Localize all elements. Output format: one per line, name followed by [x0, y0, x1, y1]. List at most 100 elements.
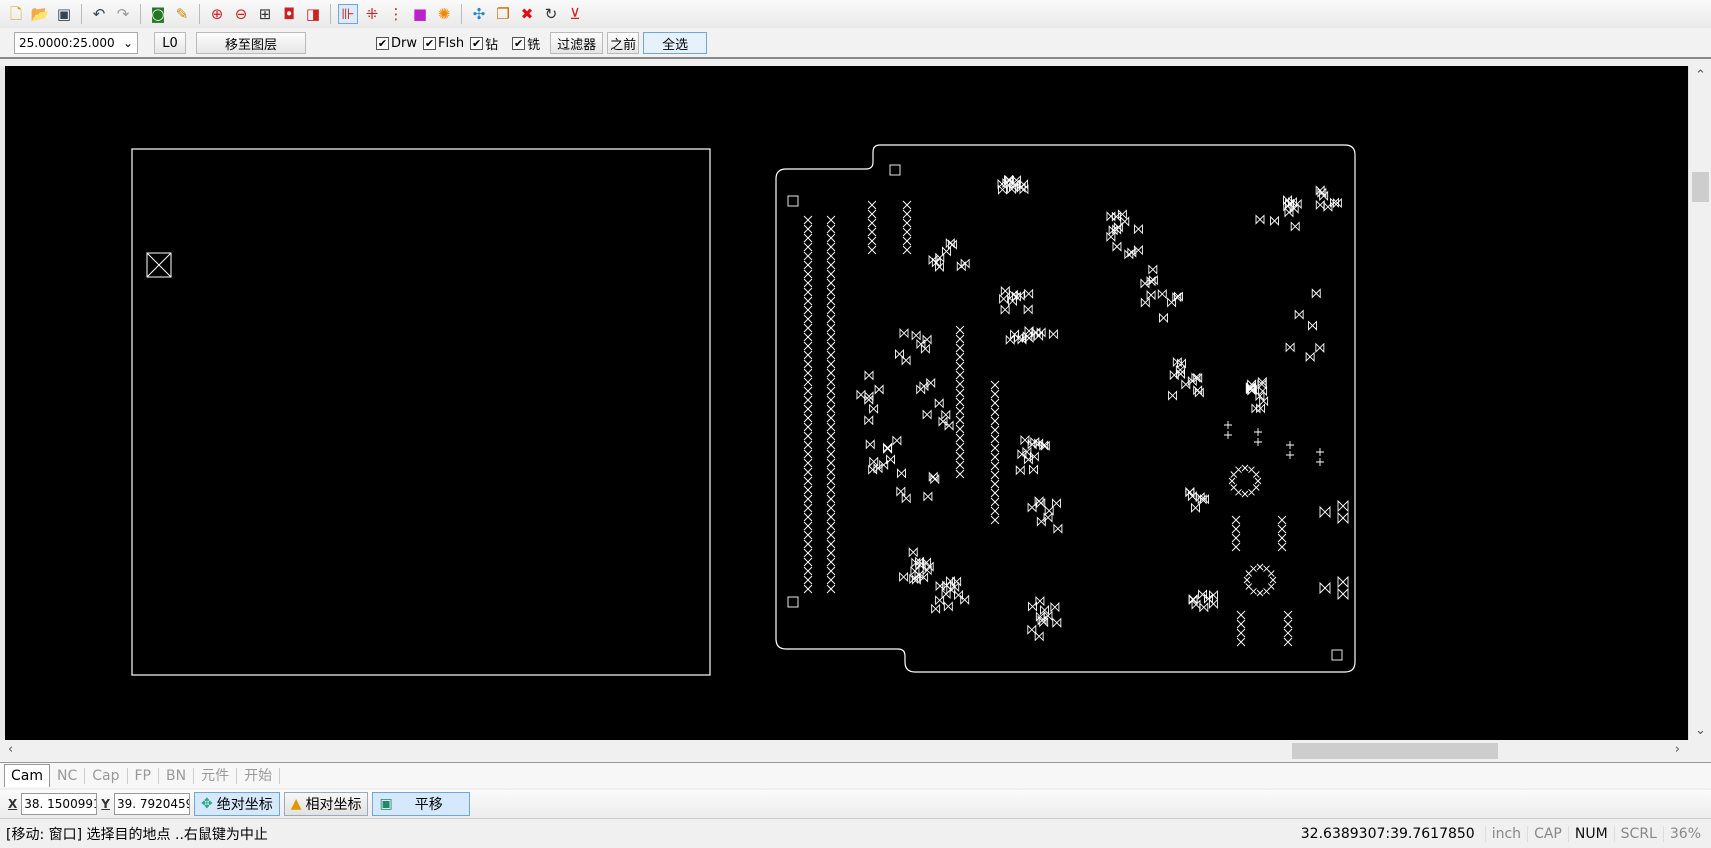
- scroll-down-icon[interactable]: ⌄: [1695, 723, 1706, 738]
- pad-bowtie: [1315, 199, 1325, 211]
- save-icon[interactable]: ▣: [54, 4, 74, 24]
- y-coordinate-input[interactable]: 39. 7920459: [113, 793, 190, 815]
- pad-bowtie: [1053, 523, 1063, 534]
- filter-checkbox-0[interactable]: ✔ Drw: [376, 34, 417, 53]
- scroll-right-icon[interactable]: ›: [1675, 742, 1680, 757]
- x-axis-icon: X: [8, 797, 18, 811]
- pad-x: [955, 469, 965, 479]
- checkbox-icon[interactable]: ✔: [470, 36, 484, 50]
- pad-x: [902, 218, 912, 228]
- select-all-button[interactable]: 全选: [643, 32, 708, 54]
- pad-x: [955, 460, 965, 470]
- delete-icon[interactable]: ✖: [517, 4, 537, 24]
- tab-1[interactable]: NC: [50, 767, 86, 784]
- open-folder-icon[interactable]: 📂: [30, 4, 50, 24]
- pad-x: [803, 521, 813, 531]
- vertical-scrollbar[interactable]: ⌃ ⌄: [1688, 66, 1711, 740]
- filter-checkbox-2[interactable]: ✔ 钻: [470, 34, 498, 53]
- pad-x: [990, 407, 1000, 417]
- checkbox-icon[interactable]: ✔: [512, 36, 526, 50]
- copy-icon[interactable]: ❐: [493, 4, 513, 24]
- relative-icon: ▲: [290, 796, 302, 812]
- scroll-left-icon[interactable]: ‹: [8, 742, 13, 757]
- pad-x: [826, 260, 836, 270]
- zoom-out-icon[interactable]: ⊖: [231, 4, 251, 24]
- pad-x: [955, 379, 965, 389]
- checkbox-icon[interactable]: ✔: [376, 36, 389, 50]
- pad-bowtie: [934, 261, 944, 272]
- grid-icon[interactable]: ⁜: [362, 4, 382, 24]
- vertical-scroll-thumb[interactable]: [1692, 172, 1709, 202]
- pad-x: [1236, 637, 1246, 647]
- pad-bowtie: [1106, 231, 1116, 242]
- pad-bowtie: [1124, 249, 1134, 260]
- pad-bowtie: [1251, 403, 1261, 414]
- pad-x: [1248, 488, 1255, 496]
- pad-bowtie: [924, 561, 934, 572]
- pad-x: [803, 242, 813, 252]
- absolute-coords-button[interactable]: ✥ 绝对坐标: [193, 792, 280, 816]
- pad-x: [826, 251, 836, 261]
- rotate-icon[interactable]: ↻: [541, 4, 561, 24]
- scroll-up-icon[interactable]: ⌃: [1695, 68, 1706, 83]
- pad-bowtie: [941, 246, 951, 257]
- checkbox-icon[interactable]: ✔: [423, 36, 436, 50]
- pad-x: [990, 380, 1000, 390]
- horizontal-scrollbar[interactable]: ‹ ›: [0, 740, 1688, 762]
- move-to-layer-button[interactable]: 移至图层: [196, 32, 306, 54]
- horizontal-scroll-thumb[interactable]: [1292, 743, 1498, 759]
- tab-0[interactable]: Cam: [4, 764, 50, 787]
- relative-coords-button[interactable]: ▲ 相对坐标: [283, 792, 369, 816]
- pad-bowtie: [931, 257, 941, 268]
- pad-x: [803, 422, 813, 432]
- pad-x: [990, 506, 1000, 516]
- x-coordinate-input[interactable]: 38. 1500991: [21, 793, 98, 815]
- pad-bowtie: [901, 493, 911, 504]
- pad-bowtie: [931, 603, 941, 614]
- pad-bowtie: [865, 439, 875, 450]
- zoom-in-icon[interactable]: ⊕: [207, 4, 227, 24]
- mirror-icon[interactable]: ⊻: [565, 4, 585, 24]
- color-icon[interactable]: ■: [410, 4, 430, 24]
- redo-icon[interactable]: ↷: [113, 4, 133, 24]
- pad-x: [955, 451, 965, 461]
- layer-icon[interactable]: ◙: [148, 4, 168, 24]
- previous-button[interactable]: 之前: [607, 32, 640, 54]
- brush-icon[interactable]: ✎: [172, 4, 192, 24]
- pad-bowtie: [1319, 581, 1331, 595]
- layer-button[interactable]: L0: [154, 32, 186, 54]
- tab-4[interactable]: BN: [159, 767, 195, 784]
- new-file-icon[interactable]: 🗋: [6, 4, 26, 24]
- pad-bowtie: [1024, 288, 1034, 299]
- snap-icon[interactable]: ⊪: [338, 4, 358, 24]
- pad-x: [990, 515, 1000, 525]
- tab-3[interactable]: FP: [128, 767, 159, 784]
- pad-x: [826, 584, 836, 594]
- pad-x: [803, 287, 813, 297]
- pad-x: [826, 377, 836, 387]
- filter-button[interactable]: 过滤器: [550, 32, 604, 54]
- pad-bowtie: [896, 486, 906, 497]
- pan-button[interactable]: ▣ 平移: [372, 792, 471, 816]
- pad-x: [955, 415, 965, 425]
- pad-x: [826, 296, 836, 306]
- pad-x: [1230, 484, 1238, 491]
- cam-canvas[interactable]: [0, 66, 1688, 740]
- tab-6[interactable]: 开始: [237, 767, 281, 784]
- tab-5[interactable]: 元件: [194, 767, 238, 784]
- pad-x: [990, 488, 1000, 498]
- highlight-icon[interactable]: ✺: [434, 4, 454, 24]
- pad-x: [990, 434, 1000, 444]
- grid-dots-icon[interactable]: ⋮: [386, 4, 406, 24]
- pad-x: [826, 431, 836, 441]
- zoom-page-icon[interactable]: ◨: [303, 4, 323, 24]
- zoom-window-icon[interactable]: ◘: [279, 4, 299, 24]
- filter-checkbox-3[interactable]: ✔ 铣: [512, 34, 540, 53]
- zoom-fit-icon[interactable]: ⊞: [255, 4, 275, 24]
- pad-x: [1283, 610, 1293, 620]
- move-icon[interactable]: ✣: [469, 4, 489, 24]
- scale-select[interactable]: 25.0000:25.000 ⌄: [14, 32, 138, 54]
- undo-icon[interactable]: ↶: [89, 4, 109, 24]
- tab-2[interactable]: Cap: [85, 767, 128, 784]
- filter-checkbox-1[interactable]: ✔ Flsh: [423, 34, 464, 53]
